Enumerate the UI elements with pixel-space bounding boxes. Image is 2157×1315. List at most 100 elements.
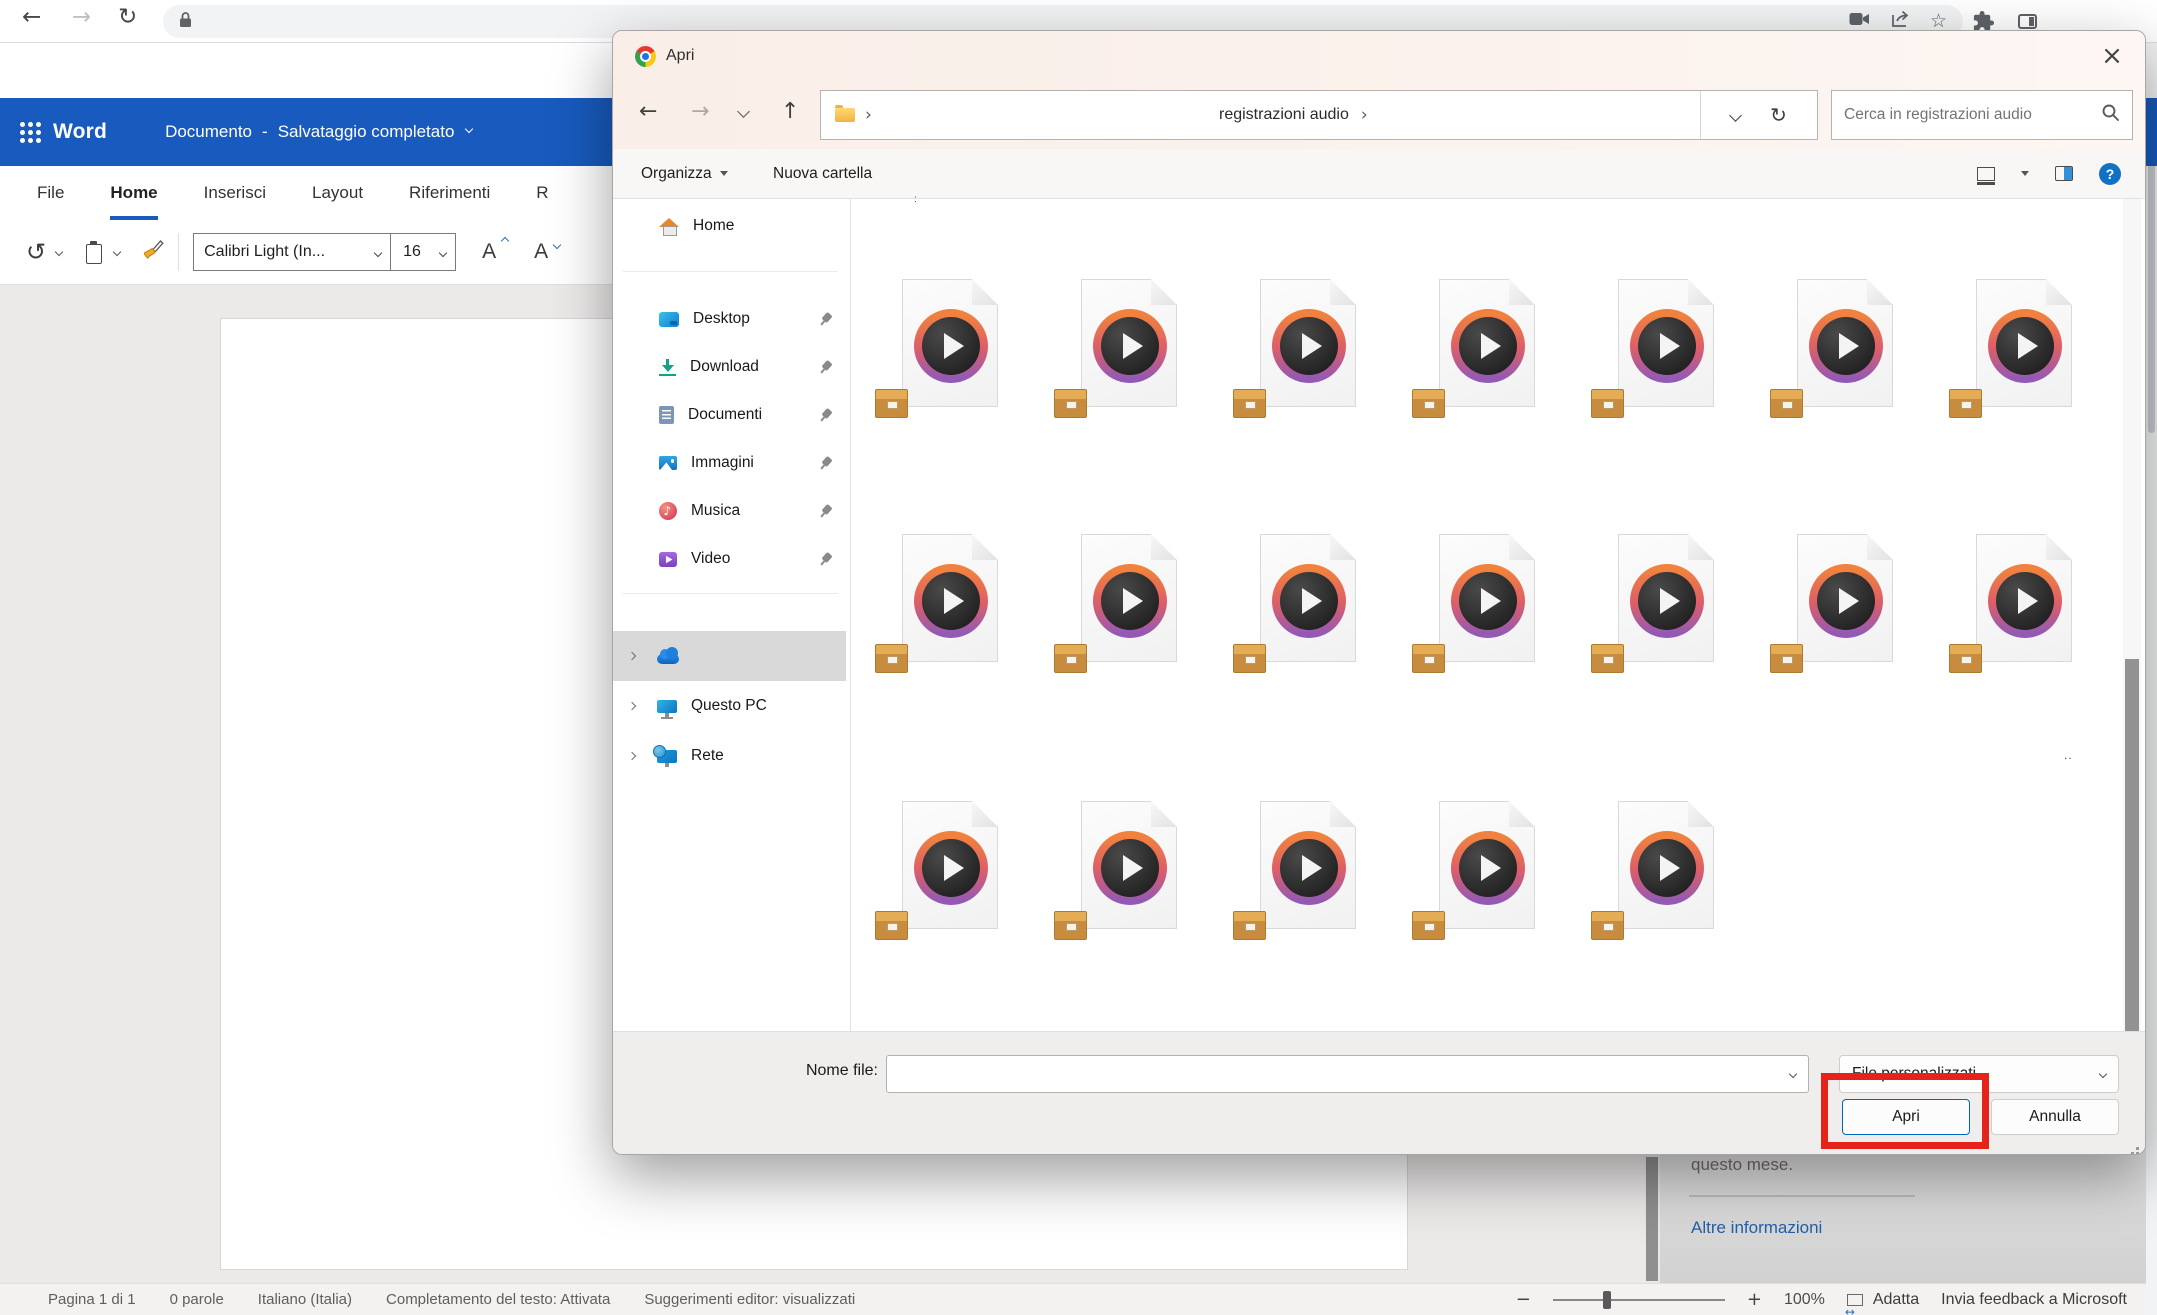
sidebar-item-onedrive[interactable] <box>613 631 846 681</box>
font-name-chevron-icon[interactable] <box>366 243 390 261</box>
tab-riferimenti[interactable]: Riferimenti <box>409 166 490 220</box>
tab-layout[interactable]: Layout <box>312 166 363 220</box>
music-icon <box>659 502 677 520</box>
package-overlay-icon <box>1233 911 1266 940</box>
stray-mark: .. <box>2064 748 2073 762</box>
status-item[interactable]: Completamento del testo: Attivata <box>386 1291 610 1308</box>
nav-history-chevron-icon[interactable] <box>737 105 750 118</box>
grow-font-button[interactable]: A <box>482 240 496 264</box>
save-status[interactable]: Salvataggio completato <box>278 122 455 142</box>
status-item[interactable]: Suggerimenti editor: visualizzati <box>644 1291 855 1308</box>
document-title[interactable]: Documento <box>165 122 252 142</box>
chevron-down-icon[interactable] <box>465 125 473 133</box>
browser-scrollbar-thumb[interactable] <box>2148 163 2155 433</box>
sidebar-item-rete[interactable]: Rete <box>613 731 846 781</box>
organize-menu[interactable]: Organizza <box>641 149 728 198</box>
help-button[interactable]: ? <box>2099 163 2121 185</box>
play-icon <box>914 309 988 383</box>
view-mode-icon[interactable] <box>1977 167 1995 181</box>
expand-chevron-icon[interactable] <box>628 752 636 760</box>
tab-file[interactable]: File <box>37 166 64 220</box>
sidebar-item-documenti[interactable]: Documenti <box>613 391 846 439</box>
dialog-close-button[interactable]: × <box>2095 39 2129 73</box>
media-file-icon <box>1618 534 1714 662</box>
undo-icon[interactable]: ↺ <box>26 240 46 264</box>
expand-chevron-icon[interactable] <box>628 652 636 660</box>
file-row <box>902 801 1797 961</box>
tab-home[interactable]: Home <box>110 166 157 220</box>
package-overlay-icon <box>1233 644 1266 673</box>
sidebar-item-download[interactable]: Download <box>613 343 846 391</box>
play-icon <box>1809 309 1883 383</box>
status-item[interactable]: 0 parole <box>170 1291 224 1308</box>
breadcrumb-bar[interactable]: › registrazioni audio › ↻ <box>820 90 1818 140</box>
file-item[interactable] <box>1618 801 1797 961</box>
pictures-icon <box>659 456 677 470</box>
undo-chevron-icon[interactable] <box>55 248 63 256</box>
zoom-out-button[interactable]: − <box>1516 1289 1531 1310</box>
media-file-icon <box>1081 534 1177 662</box>
bookmark-star-icon[interactable]: ☆ <box>1930 12 1947 31</box>
font-size-chevron-icon[interactable] <box>431 243 455 261</box>
sidebar-item-video[interactable]: Video <box>613 535 846 583</box>
side-panel-scrollbar[interactable] <box>1644 1155 1660 1283</box>
this-pc-icon <box>657 700 677 713</box>
package-overlay-icon <box>1949 389 1982 418</box>
cancel-button[interactable]: Annulla <box>1991 1099 2119 1135</box>
sidebar-item-immagini[interactable]: Immagini <box>613 439 846 487</box>
nav-forward-icon[interactable]: → <box>691 101 709 123</box>
sidebar-item-questo-pc[interactable]: Questo PC <box>613 681 846 731</box>
media-file-icon <box>1439 801 1535 929</box>
font-name-select[interactable]: Calibri Light (In... <box>194 243 366 261</box>
font-size-select[interactable]: 16 <box>391 243 431 261</box>
camera-icon[interactable] <box>1849 12 1870 31</box>
nav-up-icon[interactable]: ↑ <box>781 101 799 123</box>
status-item[interactable]: Italiano (Italia) <box>258 1291 352 1308</box>
shrink-font-button[interactable]: A <box>534 240 548 264</box>
address-dropdown-icon[interactable] <box>1729 109 1742 122</box>
tab-r[interactable]: R <box>536 166 548 220</box>
sidebar-item-musica[interactable]: Musica <box>613 487 846 535</box>
file-item[interactable] <box>1976 534 2146 694</box>
sidebar-item-desktop[interactable]: Desktop <box>613 295 846 343</box>
media-file-icon <box>1081 279 1177 407</box>
search-input[interactable] <box>1844 106 2101 124</box>
preview-pane-icon[interactable] <box>2055 166 2073 181</box>
app-launcher-icon[interactable] <box>20 122 25 127</box>
browser-reload-icon[interactable]: ↻ <box>118 4 137 30</box>
nav-back-icon[interactable]: ← <box>639 101 657 123</box>
zoom-slider-thumb[interactable] <box>1603 1291 1611 1309</box>
more-info-link[interactable]: Altre informazioni <box>1691 1218 1822 1238</box>
pin-icon <box>815 453 835 473</box>
zoom-in-button[interactable]: + <box>1747 1289 1762 1310</box>
resize-grip[interactable] <box>2136 1147 2139 1150</box>
browser-forward-icon[interactable]: → <box>72 4 91 30</box>
stray-mark: : <box>914 194 918 205</box>
play-icon <box>1451 564 1525 638</box>
breadcrumb-folder[interactable]: registrazioni audio <box>1219 106 1349 124</box>
expand-chevron-icon[interactable] <box>628 702 636 710</box>
browser-back-icon[interactable]: ← <box>22 4 41 30</box>
paste-icon[interactable] <box>86 244 102 264</box>
fit-button[interactable]: Adatta <box>1873 1291 1919 1309</box>
browser-scrollbar[interactable] <box>2146 43 2157 1315</box>
sidebar-item-home[interactable]: Home <box>613 209 846 243</box>
format-painter-icon[interactable] <box>140 239 164 265</box>
paste-chevron-icon[interactable] <box>113 248 121 256</box>
tab-inserisci[interactable]: Inserisci <box>204 166 266 220</box>
new-folder-button[interactable]: Nuova cartella <box>773 149 872 198</box>
play-icon <box>1272 564 1346 638</box>
zoom-slider[interactable] <box>1553 1299 1725 1301</box>
view-mode-caret-icon[interactable] <box>2021 171 2029 176</box>
zoom-level[interactable]: 100% <box>1784 1291 1825 1309</box>
filename-chevron-icon[interactable] <box>1789 1070 1797 1078</box>
status-item[interactable]: Pagina 1 di 1 <box>48 1291 136 1308</box>
sidebar-item-label: Download <box>690 358 759 376</box>
refresh-icon[interactable]: ↻ <box>1770 103 1787 127</box>
filename-input[interactable] <box>899 1066 1790 1083</box>
play-icon <box>1093 564 1167 638</box>
file-item[interactable] <box>1976 279 2146 439</box>
feedback-link[interactable]: Invia feedback a Microsoft <box>1941 1291 2127 1309</box>
file-list-scrollbar[interactable] <box>2123 199 2141 1031</box>
onedrive-icon <box>657 654 679 664</box>
